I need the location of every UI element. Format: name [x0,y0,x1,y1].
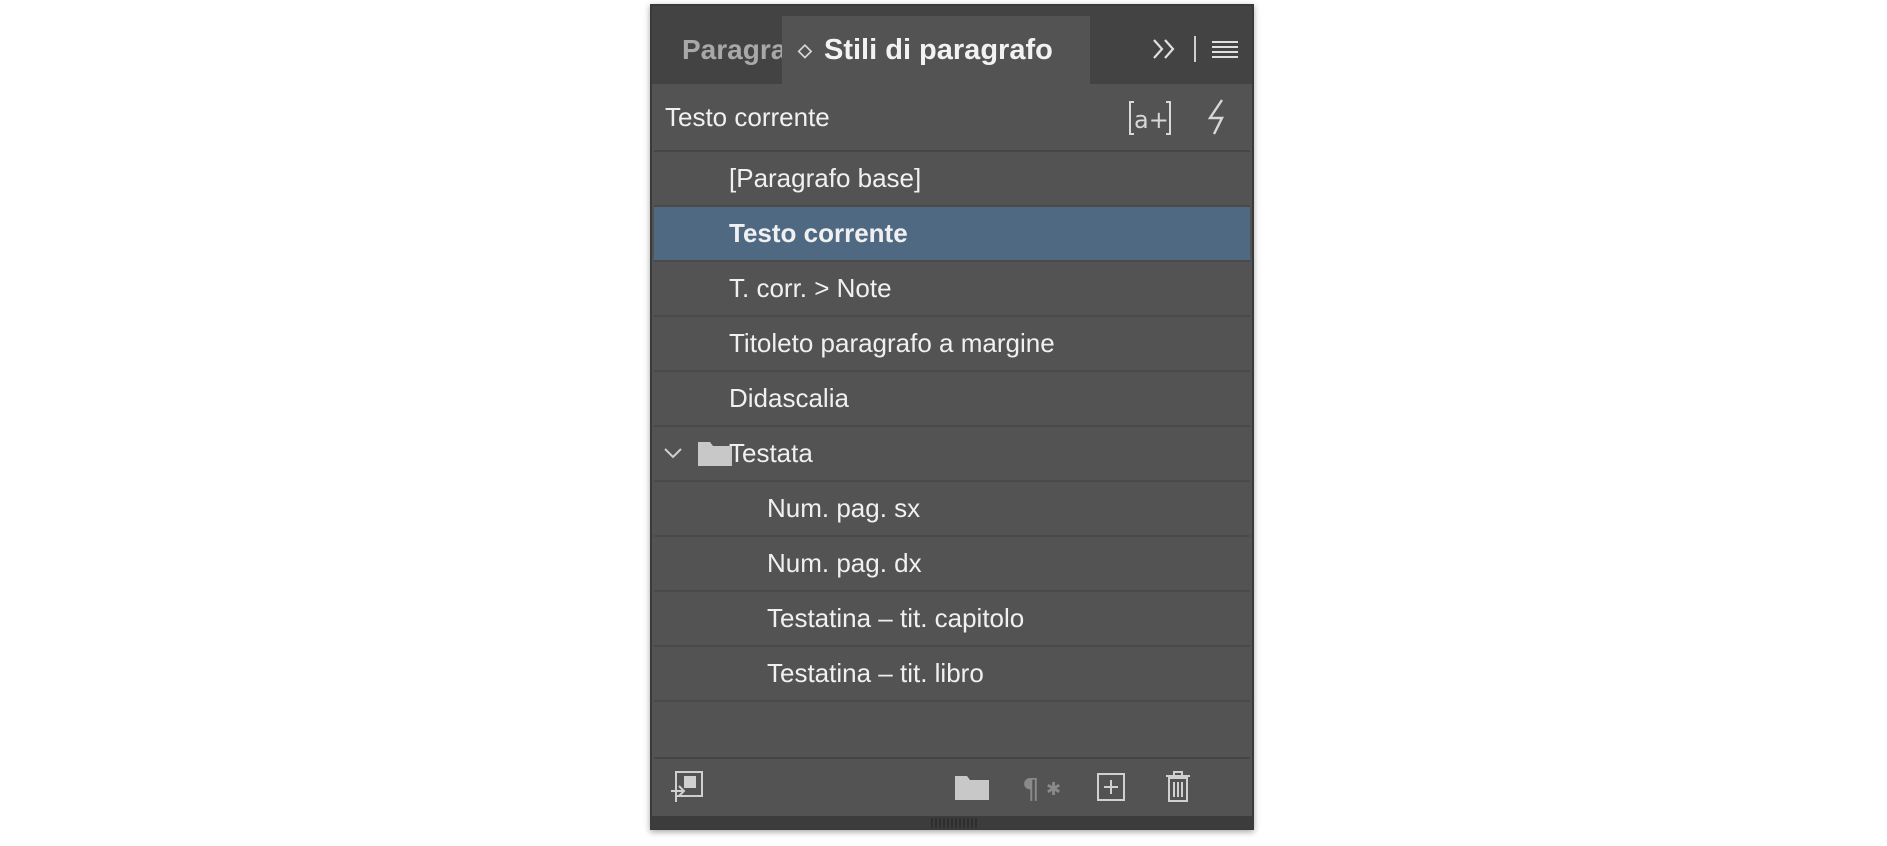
style-row-testo-corrente[interactable]: Testo corrente [654,207,1250,262]
new-group-folder-icon[interactable] [954,771,990,803]
style-label: Testatina – tit. capitolo [767,603,1025,633]
chevron-down-icon[interactable] [662,442,684,464]
lightning-icon[interactable] [1204,98,1232,136]
resize-grip-icon [931,818,977,828]
style-row-testatina-libro[interactable]: Testatina – tit. libro [654,647,1250,702]
style-row-num-pag-dx[interactable]: Num. pag. dx [654,537,1250,592]
resize-grip[interactable] [652,816,1252,828]
style-row-num-pag-sx[interactable]: Num. pag. sx [654,482,1250,537]
clear-overrides-icon[interactable]: ¶ ✱ [1022,771,1066,803]
style-group-label: Testata [729,438,813,468]
tab-stili-di-paragrafo[interactable]: ◇ Stili di paragrafo [782,16,1090,84]
double-chevron-right-icon[interactable] [1150,34,1180,64]
panel-footer-toolbar: ¶ ✱ [652,758,1252,816]
style-row-titoleto[interactable]: Titoleto paragrafo a margine [654,317,1250,372]
style-row-didascalia[interactable]: Didascalia [654,372,1250,427]
new-style-override-icon[interactable]: a+ [1128,100,1172,136]
style-label: Num. pag. sx [767,493,921,523]
load-styles-icon[interactable] [670,771,704,803]
style-label: Titoleto paragrafo a margine [729,328,1055,358]
style-label: Didascalia [729,383,849,413]
current-style-header: Testo corrente a+ [652,84,1252,150]
svg-text:¶: ¶ [1022,772,1040,803]
style-row-paragrafo-base[interactable]: [Paragrafo base] [654,152,1250,207]
up-down-arrows-icon: ◇ [798,40,812,60]
folder-icon [698,442,732,466]
svg-text:a+: a+ [1134,106,1169,134]
new-style-icon[interactable] [1096,771,1126,803]
style-row-t-corr-note[interactable]: T. corr. > Note [654,262,1250,317]
svg-text:✱: ✱ [1046,779,1061,800]
style-label: T. corr. > Note [729,273,892,303]
paragraph-styles-panel: Paragrafo ◇ Stili di paragrafo Testo cor… [650,4,1254,830]
panel-menu-icon[interactable] [1212,40,1238,60]
style-label: [Paragrafo base] [729,163,922,193]
panel-tab-bar: Paragrafo ◇ Stili di paragrafo [652,6,1252,84]
style-label: Testo corrente [729,218,908,248]
style-label: Num. pag. dx [767,548,922,578]
tab-bar-divider [1194,36,1196,62]
tab-stili-label: Stili di paragrafo [824,34,1053,66]
current-style-name: Testo corrente [665,102,830,132]
style-group-testata[interactable]: Testata [654,427,1250,482]
style-label: Testatina – tit. libro [767,658,984,688]
trash-icon[interactable] [1164,771,1192,803]
styles-list: [Paragrafo base] Testo corrente T. corr.… [654,150,1250,759]
style-row-testatina-capitolo[interactable]: Testatina – tit. capitolo [654,592,1250,647]
